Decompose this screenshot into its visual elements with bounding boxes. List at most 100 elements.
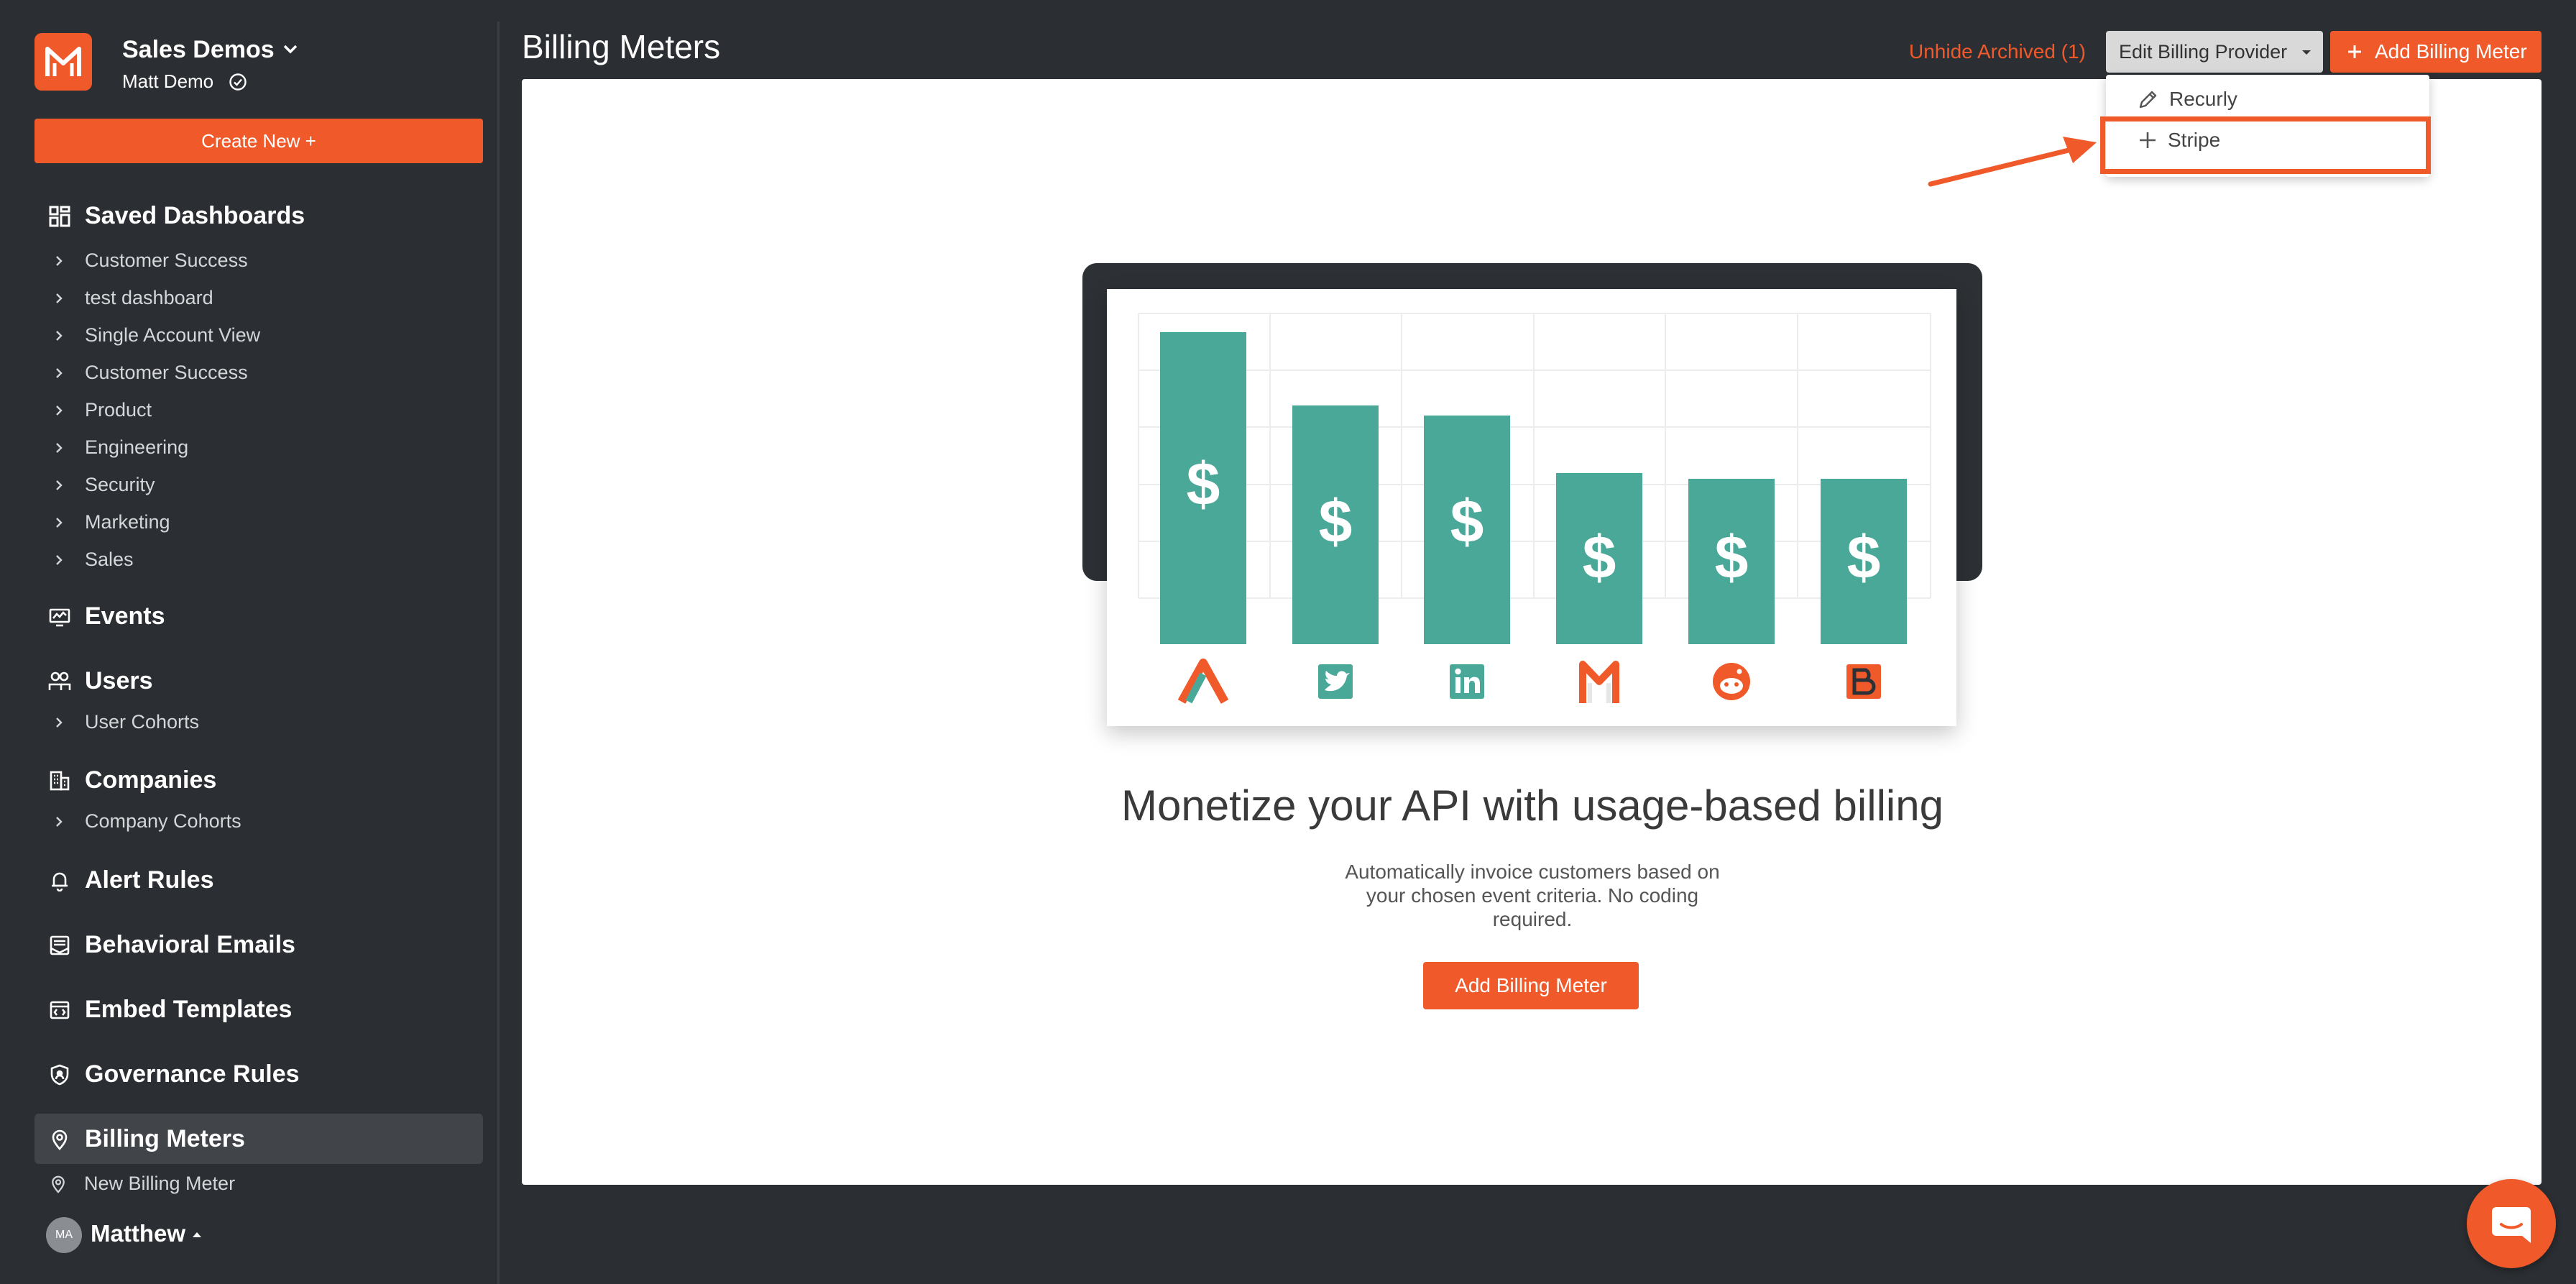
nav-alert-rules[interactable]: Alert Rules xyxy=(47,866,214,894)
nav-label: Embed Templates xyxy=(85,996,293,1023)
dropdown-item-label: Recurly xyxy=(2169,88,2237,110)
reddit-icon xyxy=(1713,663,1750,700)
chevron-right-icon xyxy=(52,441,66,454)
nav-label: Billing Meters xyxy=(85,1125,245,1152)
sub-nav-label: User Cohorts xyxy=(85,711,200,733)
empty-state-description: Automatically invoice customers based on… xyxy=(1345,861,1720,930)
add-billing-meter-label: Add Billing Meter xyxy=(2375,40,2527,63)
create-new-button[interactable]: Create New + xyxy=(34,119,483,163)
gmail-icon xyxy=(1579,661,1619,703)
add-billing-meter-cta[interactable]: Add Billing Meter xyxy=(1423,962,1639,1009)
dashboard-item[interactable]: Single Account View xyxy=(52,324,260,347)
dashboard-item-label: Single Account View xyxy=(85,324,261,346)
nav-governance-rules[interactable]: Governance Rules xyxy=(47,1060,300,1088)
dashboard-item-label: Customer Success xyxy=(85,362,248,383)
chevron-right-icon xyxy=(52,254,66,267)
events-icon xyxy=(47,605,72,629)
users-icon xyxy=(47,669,72,694)
chevron-right-icon xyxy=(52,516,66,529)
blogger-icon xyxy=(1846,664,1881,699)
edit-billing-provider-button[interactable]: Edit Billing Provider xyxy=(2106,31,2323,73)
dashboard-item[interactable]: Marketing xyxy=(52,511,170,533)
nav-label: Saved Dashboards xyxy=(85,202,305,229)
chevron-down-icon[interactable] xyxy=(282,40,299,58)
linkedin-icon xyxy=(1450,664,1484,699)
dashboard-item-label: test dashboard xyxy=(85,287,213,308)
empty-state-headline: Monetize your API with usage-based billi… xyxy=(1121,781,1944,830)
verified-check-icon xyxy=(229,73,247,91)
nav-label: Users xyxy=(85,667,153,694)
bell-icon xyxy=(47,868,72,893)
dropdown-item-recurly[interactable]: Recurly xyxy=(2138,88,2237,111)
chevron-right-icon xyxy=(52,554,66,567)
nav-label: Behavioral Emails xyxy=(85,931,295,958)
nav-label: Alert Rules xyxy=(85,866,214,894)
chart-illustration: $ $ $ $ $ $ xyxy=(1107,289,1956,726)
chevron-right-icon xyxy=(52,716,66,729)
dashboard-item[interactable]: Sales xyxy=(52,549,134,571)
dollar-symbol: $ xyxy=(1715,523,1749,591)
sub-nav-company-cohorts[interactable]: Company Cohorts xyxy=(52,810,242,833)
chevron-right-icon xyxy=(52,292,66,305)
caret-up-icon[interactable] xyxy=(191,1231,203,1238)
nav-users[interactable]: Users xyxy=(47,667,153,695)
avatar[interactable]: MA xyxy=(46,1217,82,1253)
dashboard-item[interactable]: Customer Success xyxy=(52,249,248,272)
account-name[interactable]: Matthew xyxy=(91,1220,185,1247)
dollar-symbol: $ xyxy=(1319,487,1353,555)
chevron-right-icon xyxy=(52,815,66,828)
dashboard-item-label: Customer Success xyxy=(85,249,248,271)
annotation-arrow-icon xyxy=(1928,137,2097,187)
sidebar: Sales Demos Matt Demo Create New + Saved… xyxy=(0,0,497,1284)
code-window-icon xyxy=(47,998,72,1022)
sub-nav-new-billing-meter[interactable]: New Billing Meter xyxy=(47,1173,235,1195)
dashboard-item-label: Engineering xyxy=(85,436,189,458)
nav-behavioral-emails[interactable]: Behavioral Emails xyxy=(47,931,295,959)
illustration-svg: $ $ $ $ $ $ xyxy=(1138,313,1931,704)
chat-button[interactable] xyxy=(2467,1179,2556,1268)
nav-label: Companies xyxy=(85,766,217,794)
user-name: Matt Demo xyxy=(122,70,214,92)
unhide-archived-link[interactable]: Unhide Archived (1) xyxy=(1909,40,2086,63)
dashboard-item-label: Security xyxy=(85,474,155,495)
app-logo[interactable] xyxy=(34,33,92,91)
nav-embed-templates[interactable]: Embed Templates xyxy=(47,996,292,1024)
dollar-symbol: $ xyxy=(1187,450,1220,518)
page-title: Billing Meters xyxy=(522,28,721,65)
dollar-symbol: $ xyxy=(1847,523,1881,591)
nav-events[interactable]: Events xyxy=(47,602,165,630)
chevron-right-icon xyxy=(52,367,66,380)
building-icon xyxy=(47,769,72,793)
dashboard-item-label: Product xyxy=(85,399,152,421)
dashboard-grid-icon xyxy=(47,204,72,229)
pencil-icon xyxy=(2139,91,2157,109)
plus-icon xyxy=(2348,45,2361,58)
amplitude-icon xyxy=(1177,659,1229,704)
add-billing-meter-button[interactable]: Add Billing Meter xyxy=(2330,31,2542,73)
dollar-symbol: $ xyxy=(1450,487,1484,555)
dashboard-item-label: Sales xyxy=(85,549,134,570)
nav-saved-dashboards[interactable]: Saved Dashboards xyxy=(47,202,305,230)
dashboard-item[interactable]: test dashboard xyxy=(52,287,213,309)
dashboard-item[interactable]: Customer Success xyxy=(52,362,248,384)
nav-companies[interactable]: Companies xyxy=(47,766,216,794)
org-name[interactable]: Sales Demos xyxy=(122,36,275,64)
location-pin-icon xyxy=(47,1127,72,1152)
chevron-right-icon xyxy=(52,479,66,492)
dashboard-item[interactable]: Security xyxy=(52,474,155,496)
chevron-right-icon xyxy=(52,329,66,342)
sub-nav-user-cohorts[interactable]: User Cohorts xyxy=(52,711,199,733)
chevron-right-icon xyxy=(52,404,66,417)
stripe-highlight-box xyxy=(2100,116,2431,174)
dashboard-item[interactable]: Product xyxy=(52,399,152,421)
dashboard-item[interactable]: Engineering xyxy=(52,436,188,459)
logo-mark-icon xyxy=(45,47,81,76)
sidebar-divider xyxy=(497,22,500,1284)
email-icon xyxy=(47,933,72,958)
nav-billing-meters[interactable]: Billing Meters xyxy=(47,1125,245,1153)
shield-icon xyxy=(47,1063,72,1087)
caret-down-icon xyxy=(2302,50,2311,55)
nav-label: Governance Rules xyxy=(85,1060,300,1088)
chat-bubble-icon xyxy=(2492,1207,2531,1243)
sub-nav-label: Company Cohorts xyxy=(85,810,242,832)
